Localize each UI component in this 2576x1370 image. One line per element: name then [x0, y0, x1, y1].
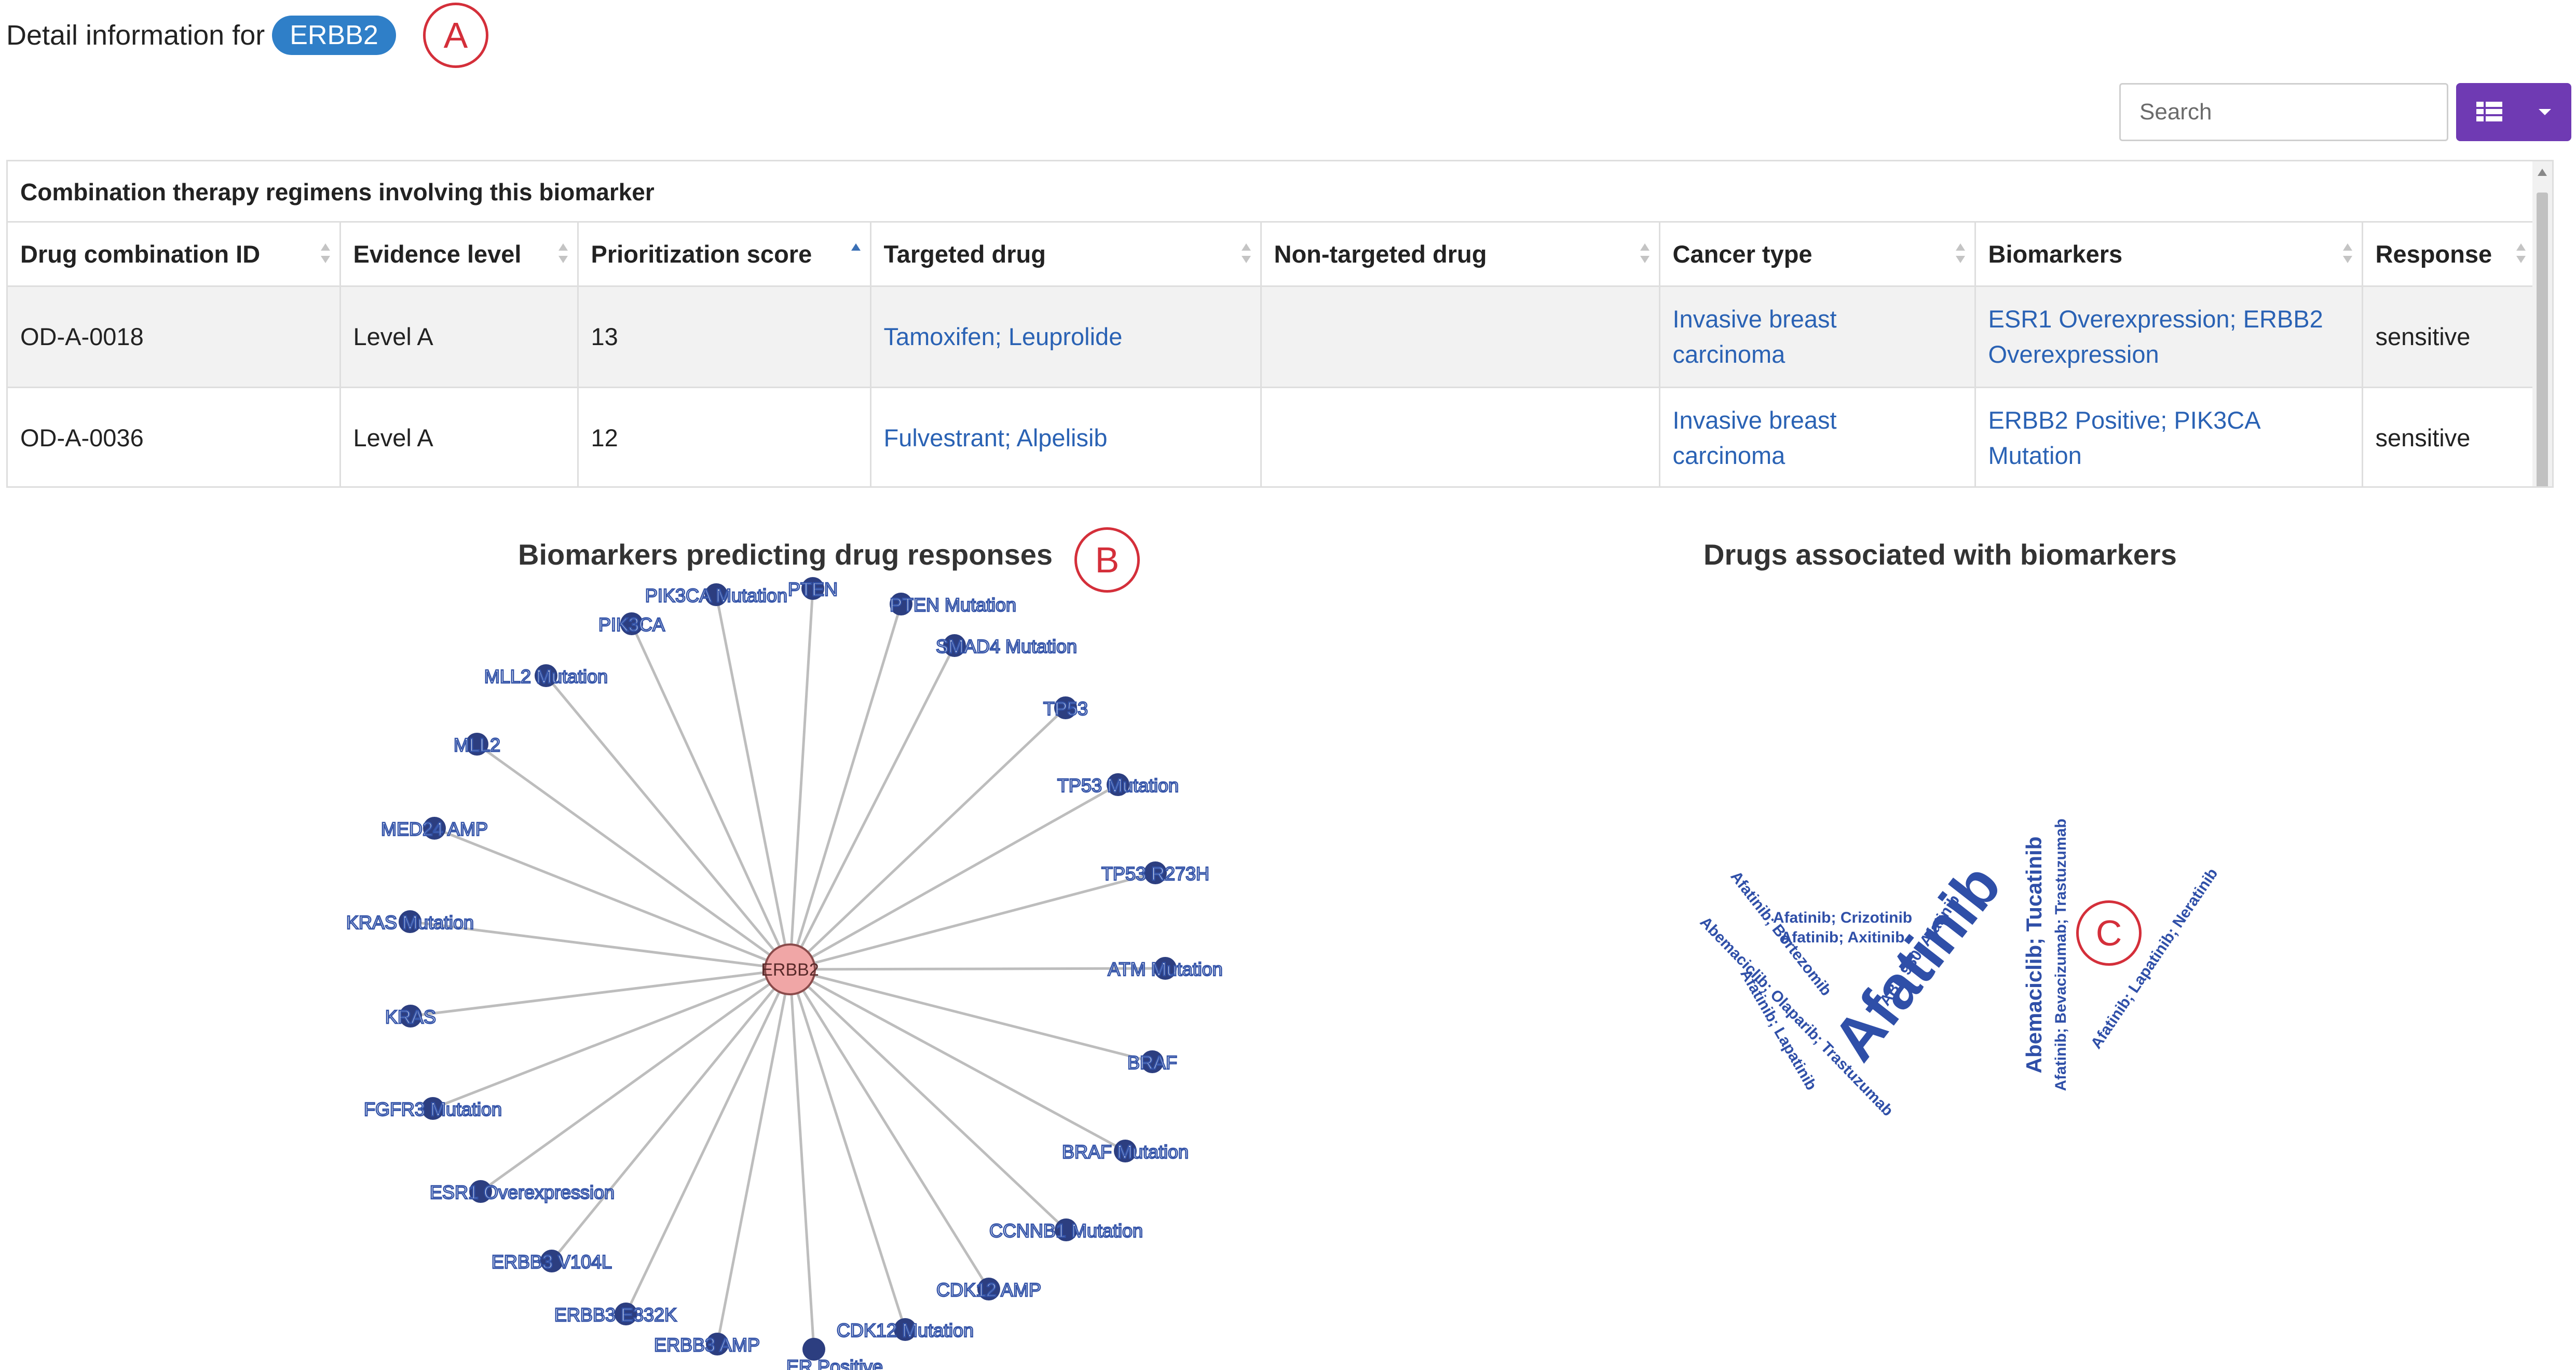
wordcloud-word[interactable]: Abemaciclib; Tucatinib: [2022, 837, 2046, 1074]
annotation-marker-c: C: [2076, 900, 2142, 966]
drug-word-cloud: AfatinibAfatinib; CrizotinibAfatinib; Ax…: [1697, 818, 2221, 1119]
wordcloud-word[interactable]: Afatinib; Crizotinib: [1773, 909, 1912, 926]
wordcloud-word[interactable]: Afatinib; Bevacizumab; Trastuzumab: [2052, 818, 2069, 1091]
